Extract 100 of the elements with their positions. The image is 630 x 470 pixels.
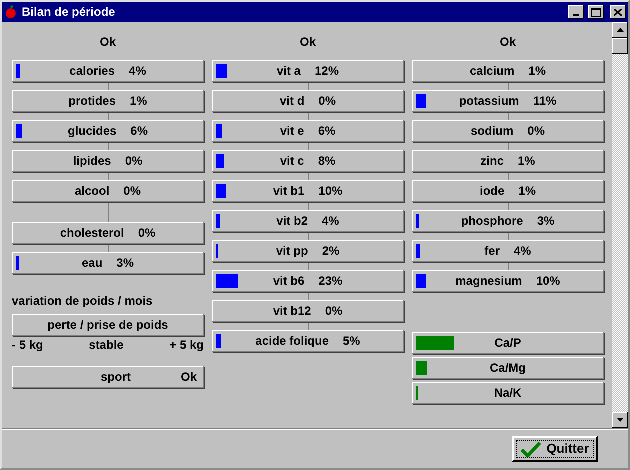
nutrient-bar[interactable]: vit e 6% (212, 120, 404, 142)
nutrient-value: 0% (325, 304, 343, 318)
nutrient-bar[interactable]: fer 4% (412, 240, 604, 262)
scroll-down-button[interactable] (612, 412, 628, 428)
nutrient-value: 4% (514, 244, 532, 258)
section-label: variation de poids / mois (12, 294, 154, 308)
maximize-button[interactable] (588, 5, 604, 19)
nutrient-label: cholesterol (60, 226, 124, 240)
nutrient-label: vit b2 (276, 214, 308, 228)
down-arrow-icon (616, 418, 624, 422)
status-text: Ok (98, 34, 117, 51)
nutrient-bar[interactable]: vit b6 23% (212, 270, 404, 292)
nutrient-label: eau (82, 256, 103, 270)
scale-label: stable (89, 338, 124, 352)
nutrient-value: 5% (343, 334, 360, 348)
nutrient-bar[interactable]: glucides 6% (12, 120, 204, 142)
nutrient-label: glucides (68, 124, 117, 138)
nutrient-bar[interactable]: calories 4% (12, 60, 204, 82)
nutrient-label: vit e (280, 124, 304, 138)
nutrient-label: vit c (280, 154, 304, 168)
maximize-icon (591, 8, 601, 16)
nutrient-value: 10% (318, 184, 343, 198)
nutrient-bar[interactable]: lipides 0% (12, 150, 204, 172)
nutrient-value: 1% (518, 184, 536, 198)
nutrient-label: phosphore (461, 214, 524, 228)
nutrient-label: lipides (73, 154, 112, 168)
nutrient-value: 0% (138, 226, 156, 240)
nutrient-value: 8% (318, 154, 336, 168)
nutrient-value: 3% (537, 214, 555, 228)
nutrient-bar[interactable]: vit a 12% (212, 60, 404, 82)
quit-button[interactable]: Quitter (512, 436, 598, 462)
nutrient-bar[interactable]: sodium 0% (412, 120, 604, 142)
nutrient-value: 23% (318, 274, 343, 288)
nutrient-bar[interactable]: vit pp 2% (212, 240, 404, 262)
nutrient-label: protides (68, 94, 116, 108)
minimize-button[interactable] (568, 5, 584, 19)
nutrient-bar[interactable]: potassium 11% (412, 90, 604, 112)
nutrient-label: vit b1 (273, 184, 305, 198)
status-text: Ok (498, 34, 517, 51)
nutrient-label: fer (484, 244, 500, 258)
nutrient-value: 0% (124, 184, 142, 198)
close-icon (614, 8, 622, 16)
status-text: Ok (298, 34, 317, 51)
nutrient-value: 6% (130, 124, 148, 138)
nutrient-label: alcool (74, 184, 110, 198)
nutrient-bar[interactable]: vit b2 4% (212, 210, 404, 232)
nutrient-bar[interactable]: cholesterol 0% (12, 222, 204, 244)
nutrient-value: 0% (318, 94, 336, 108)
nutrient-bar[interactable]: vit b12 0% (212, 300, 404, 322)
nutrient-value: 1% (130, 94, 148, 108)
scale-label: - 5 kg (12, 338, 44, 352)
nutrient-bar[interactable]: iode 1% (412, 180, 604, 202)
nutrient-label: magnesium (456, 274, 522, 288)
nutrient-label: potassium (459, 94, 520, 108)
nutrient-label: calories (70, 64, 116, 78)
nutrient-bar[interactable]: magnesium 10% (412, 270, 604, 292)
nutrient-value: 0% (125, 154, 143, 168)
nutrient-value: 11% (533, 94, 557, 108)
nutrient-label: sodium (470, 124, 514, 138)
nutrient-value: 2% (322, 244, 340, 258)
sport-bar[interactable]: sport Ok (12, 366, 204, 388)
nutrient-label: iode (480, 184, 505, 198)
nutrient-label: zinc (480, 154, 504, 168)
nutrient-label: acide folique (256, 334, 329, 348)
nutrient-label: Na/K (494, 386, 522, 400)
nutrient-bar[interactable]: vit b1 10% (212, 180, 404, 202)
nutrient-label: vit a (276, 64, 301, 78)
nutrient-bar[interactable]: vit c 8% (212, 150, 404, 172)
nutrient-label: vit d (280, 94, 305, 108)
nutrient-bar[interactable]: Na/K (412, 382, 604, 404)
sport-status: Ok (180, 370, 197, 384)
nutrient-bar[interactable]: protides 1% (12, 90, 204, 112)
nutrient-value: 10% (536, 274, 560, 288)
nutrient-bar[interactable]: alcool 0% (12, 180, 204, 202)
scroll-thumb[interactable] (612, 38, 628, 54)
nutrient-value: 1% (528, 64, 546, 78)
nutrient-value: 6% (318, 124, 336, 138)
nutrient-bar[interactable]: Ca/Mg (412, 357, 604, 379)
nutrient-bar[interactable]: vit d 0% (212, 90, 404, 112)
scrollbar[interactable] (612, 22, 628, 428)
nutrient-bar[interactable]: zinc 1% (412, 150, 604, 172)
nutrient-bar[interactable]: Ca/P (412, 332, 604, 354)
nutrient-bar[interactable]: acide folique 5% (212, 330, 404, 352)
nutrient-value: 0% (528, 124, 545, 138)
scroll-up-button[interactable] (612, 22, 628, 38)
nutrient-label: Ca/Mg (490, 361, 526, 375)
nutrient-value: 3% (116, 256, 134, 270)
nutrient-label: Ca/P (494, 336, 522, 350)
nutrient-bar[interactable]: phosphore 3% (412, 210, 604, 232)
weight-button[interactable]: perte / prise de poids (12, 314, 204, 336)
up-arrow-icon (616, 28, 624, 32)
nutrient-label: vit b12 (273, 304, 312, 318)
nutrient-bar[interactable]: calcium 1% (412, 60, 604, 82)
nutrient-value: 1% (518, 154, 536, 168)
nutrient-bar[interactable]: eau 3% (12, 252, 204, 274)
close-button[interactable] (610, 5, 626, 19)
nutrient-value: 4% (322, 214, 340, 228)
nutrient-label: vit pp (276, 244, 308, 258)
check-icon (520, 440, 541, 456)
sport-label: sport (100, 370, 131, 384)
